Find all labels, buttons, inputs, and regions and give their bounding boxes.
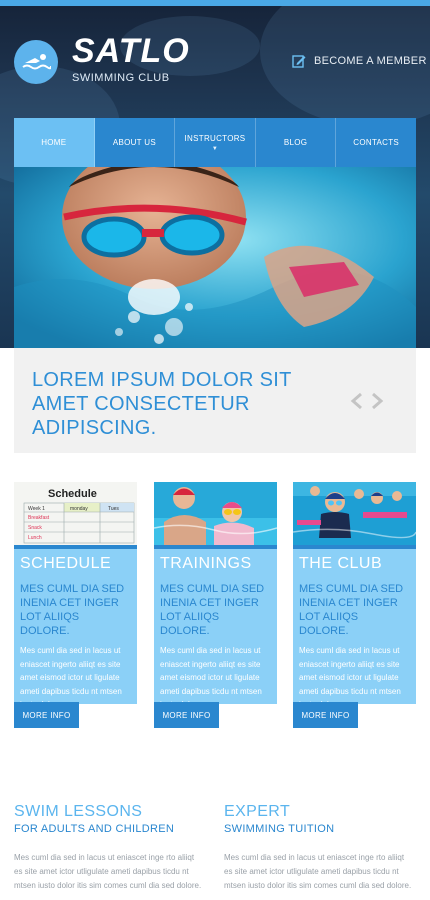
swimmer-icon [22,54,51,70]
nav-item-label: CONTACTS [353,138,400,147]
nav-item-blog[interactable]: BLOG [256,118,337,167]
slider-caption: LOREM IPSUM DOLOR SIT AMET CONSECTETUR A… [32,369,292,439]
section-title: SWIM LESSONS [14,803,143,820]
card-schedule: Schedule Week 1 monday Tues Breakfast Sn… [14,482,137,728]
card-divider [154,545,277,549]
section-title: EXPERT [224,803,291,820]
hero-swimmer-photo [14,167,416,348]
card-subtitle: MES CUML DIA SED INENIA CET INGER LOT AL… [20,583,125,637]
edit-icon [292,55,306,68]
nav-item-label: ABOUT US [112,138,156,147]
club-photo-image [293,482,416,545]
slider-arrows [350,392,384,410]
more-info-button[interactable]: MORE INFO [14,702,79,728]
card-image [293,482,416,545]
section-subtitle: SWIMMING TUITION [224,823,335,835]
logo-badge[interactable] [14,40,58,84]
nav-item-instructors[interactable]: INSTRUCTORS ▼ [175,118,256,167]
section-body-text: Mes cuml dia sed in lacus ut eniascet in… [224,853,412,890]
training-photo-image [154,482,277,545]
schedule-image-heading: Schedule [48,488,97,500]
card-subtitle: MES CUML DIA SED INENIA CET INGER LOT AL… [160,583,265,637]
feature-cards: Schedule Week 1 monday Tues Breakfast Sn… [14,482,416,728]
swim-lessons-section: SWIM LESSONS FOR ADULTS AND CHILDREN Mes… [14,803,204,893]
more-info-button[interactable]: MORE INFO [293,702,358,728]
nav-item-about-us[interactable]: ABOUT US [95,118,176,167]
nav-item-label: BLOG [283,138,308,147]
slider-caption-panel: LOREM IPSUM DOLOR SIT AMET CONSECTETUR A… [14,348,416,453]
schedule-image-day: monday [70,506,88,512]
schedule-sheet-image: Schedule Week 1 monday Tues Breakfast Sn… [14,482,137,545]
section-body-text: Mes cuml dia sed in lacus ut eniascet in… [14,853,202,890]
become-member-link[interactable]: BECOME A MEMBER [292,54,427,68]
card-title: TRAININGS [160,555,252,572]
schedule-image-row: Snack [28,525,42,531]
card-title: SCHEDULE [20,555,112,572]
swimmer-underwater-image [14,167,416,348]
nav-item-label: HOME [41,138,67,147]
nav-item-label: INSTRUCTORS [184,133,246,143]
section-subtitle: FOR ADULTS AND CHILDREN [14,823,175,835]
logo-subtitle: SWIMMING CLUB [72,72,170,84]
card-subtitle: MES CUML DIA SED INENIA CET INGER LOT AL… [299,583,404,637]
nav-item-home[interactable]: HOME [14,118,95,167]
card-divider [293,545,416,549]
nav-item-contacts[interactable]: CONTACTS [336,118,416,167]
card-the-club: THE CLUB MES CUML DIA SED INENIA CET ING… [293,482,416,728]
more-info-button[interactable]: MORE INFO [154,702,219,728]
schedule-image-day: Tues [108,506,119,512]
card-image: Schedule Week 1 monday Tues Breakfast Sn… [14,482,137,545]
chevron-right-icon[interactable] [370,392,384,410]
chevron-left-icon[interactable] [350,392,364,410]
main-navigation: HOME ABOUT US INSTRUCTORS ▼ BLOG CONTACT… [14,118,416,167]
become-member-label: BECOME A MEMBER [314,55,427,67]
expert-tuition-section: EXPERT SWIMMING TUITION Mes cuml dia sed… [224,803,414,893]
schedule-image-row: Breakfast [28,515,50,521]
schedule-image-week: Week 1 [28,506,45,512]
dropdown-caret-icon: ▼ [211,145,219,152]
card-image [154,482,277,545]
card-divider [14,545,137,549]
logo-title[interactable]: SATLO [72,32,190,71]
card-trainings: TRAININGS MES CUML DIA SED INENIA CET IN… [154,482,277,728]
card-title: THE CLUB [299,555,383,572]
schedule-image-row: Lunch [28,535,42,541]
